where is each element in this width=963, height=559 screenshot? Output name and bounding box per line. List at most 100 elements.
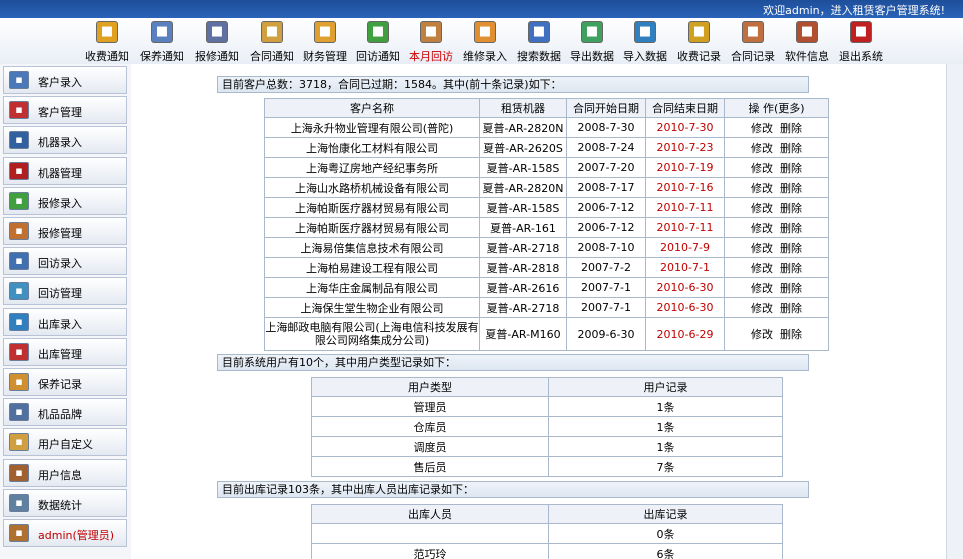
user-type-cell: 售后员 — [311, 456, 549, 477]
sidebar-item-2[interactable]: ▪ 机器录入 — [3, 126, 127, 155]
edit-link[interactable]: 修改 — [751, 182, 773, 195]
edit-link[interactable]: 修改 — [751, 282, 773, 295]
sidebar-item-1[interactable]: ▪ 客户管理 — [3, 96, 127, 125]
delete-link[interactable]: 删除 — [780, 222, 802, 235]
end-date-cell: 2010-7-19 — [645, 157, 725, 178]
sidebar-item-15[interactable]: ▪ admin(管理员) — [3, 519, 127, 547]
sidebar-item-4[interactable]: ▪ 报修录入 — [3, 186, 127, 215]
sidebar-item-7[interactable]: ▪ 回访管理 — [3, 277, 127, 306]
edit-link[interactable]: 修改 — [751, 222, 773, 235]
visit-add-icon: ▪ — [9, 252, 29, 271]
customer-manage-icon: ▪ — [9, 101, 29, 120]
toolbar-button-7[interactable]: ■ 维修录入 — [458, 18, 512, 64]
delete-link[interactable]: 删除 — [780, 162, 802, 175]
toolbar-button-4[interactable]: ■ 财务管理 — [298, 18, 352, 64]
user-info-icon: ▪ — [9, 463, 29, 482]
stock-out-manage-icon: ▪ — [9, 342, 29, 361]
vertical-scrollbar[interactable] — [946, 64, 963, 559]
money-card-icon: ■ — [314, 21, 336, 43]
actions-cell: 修改 删除 — [724, 237, 829, 258]
toolbar-button-2[interactable]: ■ 报修通知 — [190, 18, 244, 64]
statistics-icon: ▪ — [9, 493, 29, 512]
delete-link[interactable]: 删除 — [780, 328, 802, 341]
machine-add-icon: ▪ — [9, 131, 29, 150]
toolbar-button-6[interactable]: ■ 本月回访 — [404, 18, 458, 64]
start-date-cell: 2006-7-12 — [566, 217, 646, 238]
edit-link[interactable]: 修改 — [751, 122, 773, 135]
toolbar-button-1[interactable]: ■ 保养通知 — [135, 18, 189, 64]
start-date-cell: 2007-7-1 — [566, 297, 646, 318]
start-date-cell: 2006-7-12 — [566, 197, 646, 218]
table-row: 0条 — [311, 523, 783, 544]
toolbar-button-12[interactable]: ■ 合同记录 — [726, 18, 780, 64]
house-arrow-icon: ■ — [367, 21, 389, 43]
sidebar-item-6[interactable]: ▪ 回访录入 — [3, 247, 127, 276]
tools-icon: ■ — [206, 21, 228, 43]
toolbar-button-0[interactable]: ■ 收费通知 — [80, 18, 134, 64]
sidebar-item-12[interactable]: ▪ 用户自定义 — [3, 428, 127, 457]
delete-link[interactable]: 删除 — [780, 202, 802, 215]
toolbar-button-11[interactable]: ■ 收费记录 — [672, 18, 726, 64]
delete-link[interactable]: 删除 — [780, 282, 802, 295]
sidebar-item-0[interactable]: ▪ 客户录入 — [3, 66, 127, 94]
edit-link[interactable]: 修改 — [751, 262, 773, 275]
customer-name-cell: 上海易倍集信息技术有限公司 — [264, 237, 480, 258]
edit-link[interactable]: 修改 — [751, 202, 773, 215]
sidebar-item-9[interactable]: ▪ 出库管理 — [3, 337, 127, 366]
toolbar-button-9[interactable]: ■ 导出数据 — [565, 18, 619, 64]
toolbar-button-3[interactable]: ■ 合同通知 — [245, 18, 299, 64]
end-date-cell: 2010-6-30 — [645, 277, 725, 298]
machine-cell: 夏普-AR-M160 — [479, 317, 567, 351]
user-type-table: 用户类型 用户记录 管理员 1条 仓库员 1条 调度员 1条 售后员 7条 — [311, 377, 783, 477]
edit-link[interactable]: 修改 — [751, 328, 773, 341]
machine-cell: 夏普-AR-2818 — [479, 257, 567, 278]
customer-summary-header: 目前客户总数：3718，合同已过期：1584。其中(前十条记录)如下： — [217, 76, 809, 93]
sidebar-item-label: 回访录入 — [38, 257, 82, 271]
sidebar-item-8[interactable]: ▪ 出库录入 — [3, 307, 127, 336]
sidebar-item-3[interactable]: ▪ 机器管理 — [3, 156, 127, 185]
delete-link[interactable]: 删除 — [780, 302, 802, 315]
toolbar-button-14[interactable]: ■ 退出系统 — [834, 18, 888, 64]
actions-cell: 修改 删除 — [724, 137, 829, 158]
customer-name-cell: 上海保生堂生物企业有限公司 — [264, 297, 480, 318]
table-row: 上海帕斯医疗器材贸易有限公司 夏普-AR-161 2006-7-12 2010-7-1… — [264, 217, 829, 238]
start-date-cell: 2007-7-1 — [566, 277, 646, 298]
machine-cell: 夏普-AR-2616 — [479, 277, 567, 298]
sidebar-item-10[interactable]: ▪ 保养记录 — [3, 368, 127, 396]
delete-link[interactable]: 删除 — [780, 122, 802, 135]
maintenance-record-icon: ▪ — [9, 373, 29, 391]
delete-link[interactable]: 删除 — [780, 242, 802, 255]
toolbar-button-5[interactable]: ■ 回访通知 — [351, 18, 405, 64]
sidebar-item-label: 出库管理 — [38, 347, 82, 361]
sidebar-item-label: 客户录入 — [38, 76, 82, 89]
toolbar-button-10[interactable]: ■ 导入数据 — [618, 18, 672, 64]
customer-name-cell: 上海华庄金属制品有限公司 — [264, 277, 480, 298]
sidebar-item-label: 客户管理 — [38, 106, 82, 120]
col-end-date: 合同结束日期 — [645, 98, 725, 118]
delete-link[interactable]: 删除 — [780, 182, 802, 195]
sidebar-item-label: 出库录入 — [38, 317, 82, 331]
sidebar-item-11[interactable]: ▪ 机品品牌 — [3, 398, 127, 427]
machine-cell: 夏普-AR-2718 — [479, 237, 567, 258]
start-date-cell: 2008-7-10 — [566, 237, 646, 258]
sidebar-item-5[interactable]: ▪ 报修管理 — [3, 217, 127, 245]
machine-cell: 夏普-AR-158S — [479, 157, 567, 178]
edit-link[interactable]: 修改 — [751, 142, 773, 155]
edit-link[interactable]: 修改 — [751, 242, 773, 255]
main-content: 目前客户总数：3718，合同已过期：1584。其中(前十条记录)如下： 客户名称… — [131, 64, 963, 559]
edit-link[interactable]: 修改 — [751, 302, 773, 315]
edit-link[interactable]: 修改 — [751, 162, 773, 175]
sidebar-item-13[interactable]: ▪ 用户信息 — [3, 458, 127, 487]
table-row: 上海柏易建设工程有限公司 夏普-AR-2818 2007-7-2 2010-7-1 修改… — [264, 257, 829, 278]
delete-link[interactable]: 删除 — [780, 142, 802, 155]
end-date-cell: 2010-7-30 — [645, 117, 725, 138]
machine-cell: 夏普-AR-2820N — [479, 117, 567, 138]
table-row: 范巧玲 6条 — [311, 543, 783, 559]
home-info-icon: ■ — [796, 21, 818, 43]
delete-link[interactable]: 删除 — [780, 262, 802, 275]
sidebar-item-14[interactable]: ▪ 数据统计 — [3, 488, 127, 517]
toolbar-button-13[interactable]: ■ 软件信息 — [780, 18, 834, 64]
col-actions[interactable]: 操 作(更多) — [724, 98, 829, 118]
toolbar-button-8[interactable]: ■ 搜索数据 — [512, 18, 566, 64]
brand-icon: ▪ — [9, 403, 29, 422]
